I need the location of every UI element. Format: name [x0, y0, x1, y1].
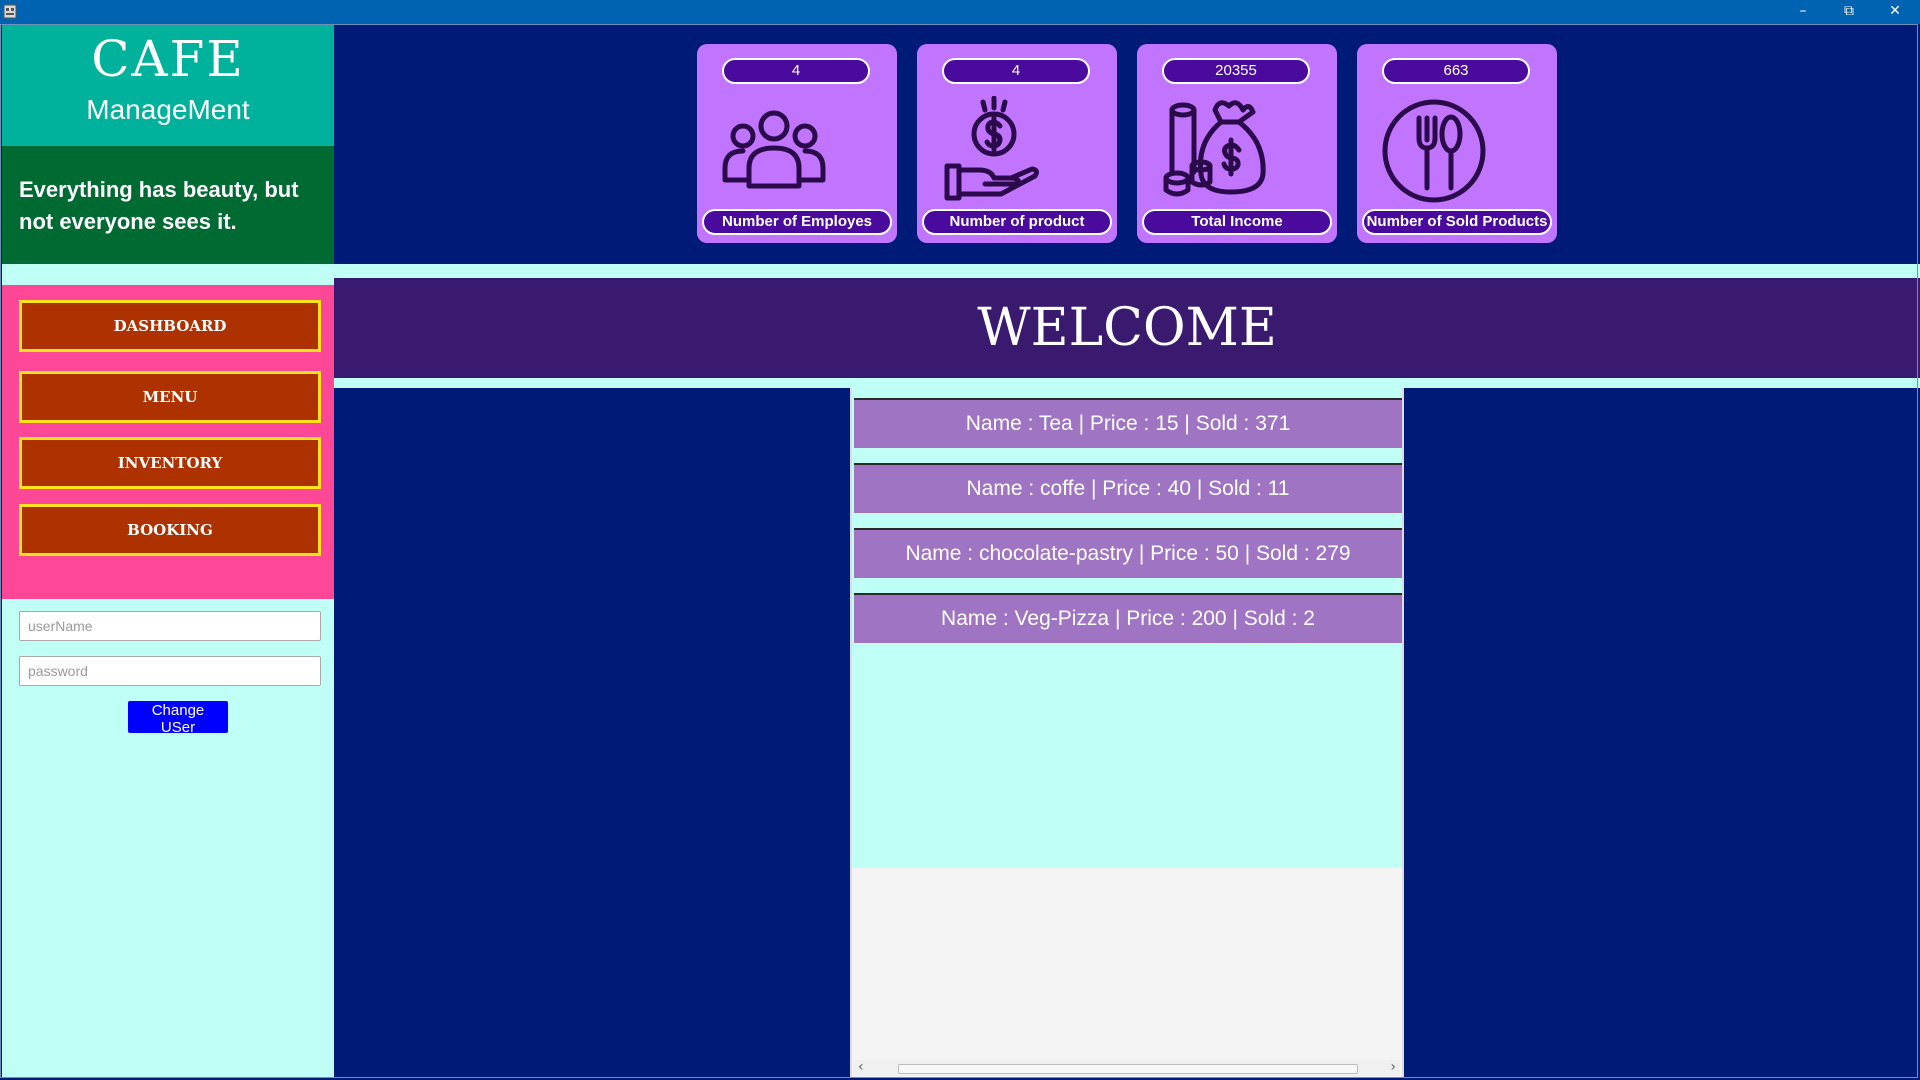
sidebar: CAFE ManageMent Everything has beauty, b… [2, 24, 334, 1078]
menu-button[interactable]: MENU [19, 371, 321, 423]
plate-cutlery-icon [1382, 99, 1486, 203]
income-value: 20355 [1162, 58, 1310, 84]
close-button[interactable]: ✕ [1872, 0, 1918, 24]
money-bag-icon [1163, 100, 1266, 197]
employees-count: 4 [722, 58, 870, 84]
minimize-icon: – [1799, 3, 1807, 19]
welcome-banner: WELCOME [334, 278, 1920, 378]
product-list-panel: Name : Tea | Price : 15 | Sold : 371 Nam… [850, 388, 1404, 1078]
employees-label: Number of Employes [702, 209, 892, 235]
close-icon: ✕ [1889, 3, 1901, 19]
stat-card-sold: 663 Number of Sold Products [1357, 44, 1557, 243]
list-item: Name : coffe | Price : 40 | Sold : 11 [854, 463, 1402, 513]
income-label: Total Income [1142, 209, 1332, 235]
divider-strip [334, 264, 1920, 278]
restore-icon: ⧉ [1844, 3, 1854, 19]
password-input[interactable] [19, 656, 321, 686]
brand-title: CAFE [91, 30, 245, 88]
booking-button[interactable]: BOOKING [19, 504, 321, 556]
username-input[interactable] [19, 611, 321, 641]
brand-subtitle: ManageMent [86, 94, 250, 125]
divider-strip-lower [334, 378, 1920, 388]
sold-count: 663 [1382, 58, 1530, 84]
scroll-right-icon[interactable]: › [1390, 1059, 1396, 1075]
stat-card-income: 20355 Total Income [1137, 44, 1337, 243]
stat-card-employees: 4 Number of Employes [697, 44, 897, 243]
list-item: Name : chocolate-pastry | Price : 50 | S… [854, 528, 1402, 578]
window-titlebar: – ⧉ ✕ [0, 0, 1920, 24]
minimize-button[interactable]: – [1780, 0, 1826, 24]
brand-header: CAFE ManageMent [2, 24, 334, 146]
horizontal-scrollbar[interactable]: ‹ › [854, 1059, 1400, 1076]
product-list: Name : Tea | Price : 15 | Sold : 371 Nam… [852, 388, 1402, 868]
app-icon [3, 4, 17, 19]
dashboard-button[interactable]: DASHBOARD [19, 300, 321, 352]
quote-text: Everything has beauty, but not everyone … [2, 146, 334, 264]
sold-label: Number of Sold Products [1362, 209, 1552, 235]
products-count: 4 [942, 58, 1090, 84]
list-item: Name : Tea | Price : 15 | Sold : 371 [854, 398, 1402, 448]
people-icon [722, 110, 826, 189]
stats-band: 4 Number of Employes 4 Number of product [334, 24, 1920, 264]
products-label: Number of product [922, 209, 1112, 235]
stat-card-products: 4 Number of product [917, 44, 1117, 243]
list-item: Name : Veg-Pizza | Price : 200 | Sold : … [854, 593, 1402, 643]
scrollbar-thumb[interactable] [898, 1064, 1358, 1074]
change-user-button[interactable]: Change USer [128, 701, 228, 736]
scroll-left-icon[interactable]: ‹ [858, 1059, 864, 1075]
restore-button[interactable]: ⧉ [1826, 0, 1872, 24]
money-hand-icon [944, 96, 1039, 201]
inventory-button[interactable]: INVENTORY [19, 437, 321, 489]
nav-panel: DASHBOARD MENU INVENTORY BOOKING [2, 285, 334, 599]
